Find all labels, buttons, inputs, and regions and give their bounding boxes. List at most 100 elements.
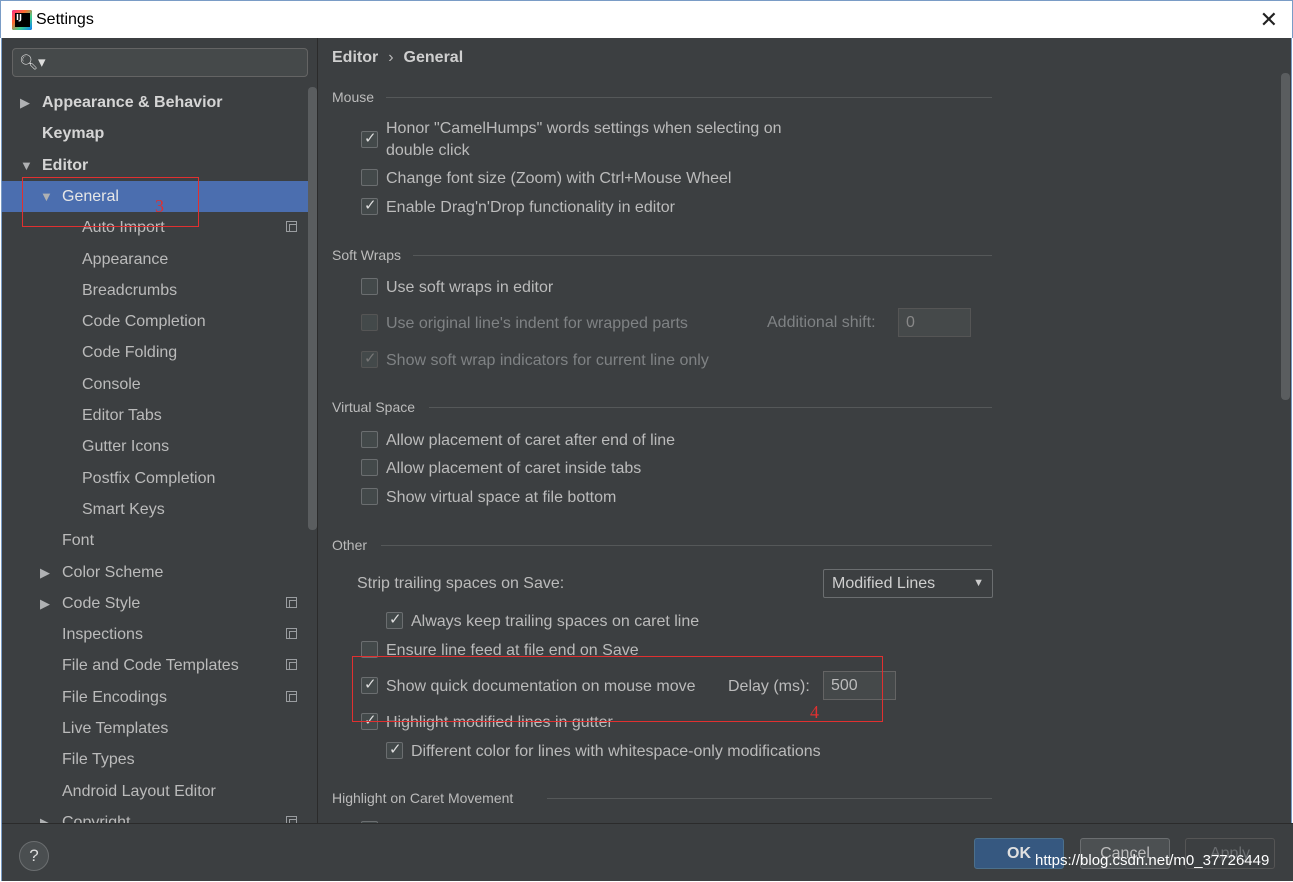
sidebar-item-label: Breadcrumbs [82,281,178,299]
sidebar-item-editor-tabs[interactable]: Editor Tabs [2,400,317,431]
expand-right-icon[interactable]: ▶ [40,588,50,619]
drag-drop-label[interactable]: Enable Drag'n'Drop functionality in edit… [386,197,675,218]
caret-inside-tabs-checkbox[interactable] [361,459,378,476]
sidebar-item-label: Copyright [62,813,131,823]
sidebar-item-label: Keymap [42,125,105,143]
sidebar-item-file-types[interactable]: File Types [2,744,317,775]
sidebar-item-label: Font [62,532,95,550]
sidebar-item-label: Android Layout Editor [62,782,216,800]
sidebar-item-code-style[interactable]: ▶ Code Style [2,588,317,619]
project-settings-icon [286,659,297,671]
sidebar-item-label: Appearance [82,250,169,268]
sidebar-item-label: File Encodings [62,688,167,706]
sidebar-item-gutter-icons[interactable]: Gutter Icons [2,431,317,462]
expand-right-icon[interactable]: ▶ [20,87,30,118]
section-title-mouse: Mouse [332,89,375,105]
sidebar-item-label: Code Style [62,594,141,612]
settings-dialog: 🔍︎▾ ▶ Appearance & Behavior Keymap ▼ Editor ▼… [1,38,1293,881]
original-indent-label[interactable]: Use original line's indent for wrapped p… [386,313,688,334]
original-indent-checkbox[interactable] [361,314,378,331]
section-divider [381,545,992,546]
additional-shift-label: Additional shift: [767,314,876,331]
zoom-label[interactable]: Change font size (Zoom) with Ctrl+Mouse … [386,168,731,189]
camelhumps-checkbox[interactable] [361,129,378,148]
sidebar-item-file-encodings[interactable]: File Encodings [2,682,317,713]
sidebar-item-label: Editor [42,156,89,174]
additional-shift-input[interactable]: 0 [898,308,971,337]
settings-content: Editor › General Mouse Honor "CamelHumps" … [319,38,1292,823]
section-title-soft-wraps: Soft Wraps [332,247,401,263]
sidebar-item-file-and-code-templates[interactable]: File and Code Templates [2,650,317,681]
whitespace-color-checkbox[interactable] [386,740,403,759]
camelhumps-label-line2[interactable]: double click [386,140,470,161]
sidebar-item-label: Color Scheme [62,563,164,581]
sidebar-item-android-layout-editor[interactable]: Android Layout Editor [2,776,317,807]
virtual-space-bottom-label[interactable]: Show virtual space at file bottom [386,487,616,508]
sidebar-scrollbar[interactable] [308,87,317,530]
zoom-checkbox[interactable] [361,169,378,186]
section-title-virtual-space: Virtual Space [332,399,416,415]
sidebar-item-inspections[interactable]: Inspections [2,619,317,650]
search-input[interactable]: 🔍︎▾ [12,48,308,77]
expand-right-icon[interactable]: ▶ [40,557,50,588]
sidebar-item-appearance[interactable]: Appearance [2,244,317,275]
watermark-url: https://blog.csdn.net/m0_37726449 [1035,852,1270,869]
project-settings-icon [286,221,297,233]
camelhumps-label-line1[interactable]: Honor "CamelHumps" words settings when s… [386,118,782,139]
sidebar-item-label: File Types [62,751,135,769]
sidebar-item-label: Code Completion [82,313,206,331]
sidebar-item-editor[interactable]: ▼ Editor [2,150,317,181]
breadcrumb-separator: › [388,49,394,66]
breadcrumb-editor[interactable]: Editor [332,49,378,66]
drag-drop-checkbox[interactable] [361,196,378,215]
virtual-space-bottom-checkbox[interactable] [361,488,378,505]
sidebar-item-copyright[interactable]: ▶ Copyright [2,807,317,823]
sidebar-item-label: Appearance & Behavior [42,94,223,111]
keep-trailing-label[interactable]: Always keep trailing spaces on caret lin… [411,611,699,632]
soft-wraps-checkbox[interactable] [361,278,378,295]
sidebar-item-live-templates[interactable]: Live Templates [2,713,317,744]
settings-sidebar: 🔍︎▾ ▶ Appearance & Behavior Keymap ▼ Editor ▼… [2,38,318,823]
search-icon: 🔍︎▾ [19,54,46,71]
sidebar-item-label: Code Folding [82,344,178,362]
annotation-box-general [22,177,199,227]
section-divider [386,97,992,98]
sidebar-item-postfix-completion[interactable]: Postfix Completion [2,463,317,494]
sidebar-item-color-scheme[interactable]: ▶ Color Scheme [2,557,317,588]
help-button[interactable]: ? [19,841,49,871]
caret-after-eol-checkbox[interactable] [361,431,378,448]
project-settings-icon [286,690,297,702]
sidebar-item-console[interactable]: Console [2,369,317,400]
sidebar-item-label: Postfix Completion [82,469,216,487]
close-icon[interactable]: ✕ [1260,7,1278,33]
wrap-indicators-checkbox[interactable] [361,349,378,368]
annotation-number-3: 3 [155,196,164,216]
whitespace-color-label[interactable]: Different color for lines with whitespac… [411,741,821,762]
sidebar-item-code-completion[interactable]: Code Completion [2,306,317,337]
sidebar-item-label: Editor Tabs [82,407,162,424]
caret-inside-tabs-label[interactable]: Allow placement of caret inside tabs [386,458,641,479]
sidebar-item-code-folding[interactable]: Code Folding [2,337,317,368]
strip-spaces-dropdown[interactable]: Modified Lines ▼ [823,569,993,598]
project-settings-icon [286,628,297,640]
project-settings-icon [286,815,297,823]
intellij-app-icon [12,10,32,30]
sidebar-item-font[interactable]: Font [2,525,317,556]
keep-trailing-checkbox[interactable] [386,610,403,629]
section-divider [429,407,992,408]
sidebar-item-breadcrumbs[interactable]: Breadcrumbs [2,275,317,306]
project-settings-icon [286,596,297,608]
sidebar-item-appearance-behavior[interactable]: ▶ Appearance & Behavior [2,87,317,118]
content-scrollbar[interactable] [1281,73,1290,400]
window-title: Settings [36,11,94,28]
sidebar-item-keymap[interactable]: Keymap [2,118,317,149]
sidebar-item-label: Live Templates [62,720,169,737]
expand-down-icon[interactable]: ▼ [20,150,33,181]
expand-right-icon[interactable]: ▶ [40,807,50,823]
soft-wraps-label[interactable]: Use soft wraps in editor [386,277,553,298]
sidebar-item-label: File and Code Templates [62,657,239,675]
sidebar-item-smart-keys[interactable]: Smart Keys [2,494,317,525]
sidebar-item-label: Inspections [62,626,143,644]
caret-after-eol-label[interactable]: Allow placement of caret after end of li… [386,430,675,451]
wrap-indicators-label[interactable]: Show soft wrap indicators for current li… [386,350,709,371]
